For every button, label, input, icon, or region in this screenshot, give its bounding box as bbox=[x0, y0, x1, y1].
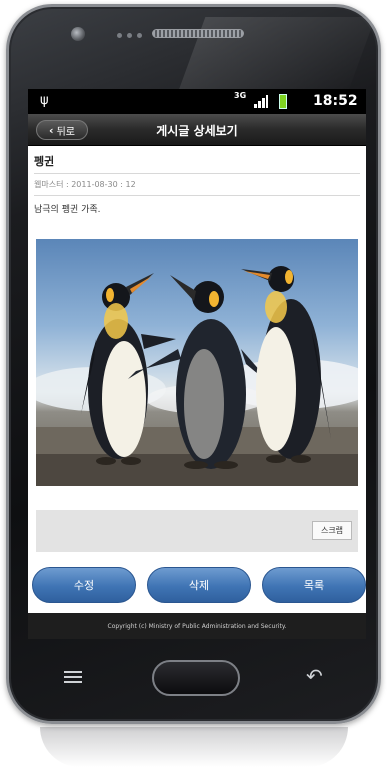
post-body: 남극의 펭귄 가족. bbox=[34, 205, 101, 215]
front-camera-icon bbox=[71, 27, 85, 41]
page-title: 게시글 상세보기 bbox=[156, 124, 238, 138]
status-time: 18:52 bbox=[313, 93, 358, 109]
list-button[interactable]: 목록 bbox=[262, 567, 366, 603]
delete-button[interactable]: 삭제 bbox=[147, 567, 251, 603]
scrap-button[interactable]: 스크랩 bbox=[312, 521, 352, 540]
phone-screen: ψ 3G 18:52 ‹ 뒤로 게시글 상세보기 펭귄 웹마스터 : 2011-… bbox=[28, 89, 366, 639]
battery-icon bbox=[279, 94, 287, 109]
usb-icon: ψ bbox=[40, 93, 49, 108]
signal-icon bbox=[254, 95, 268, 108]
post-content: 펭귄 웹마스터 : 2011-08-30 : 12 남극의 펭귄 가족. 스크랩… bbox=[28, 146, 366, 603]
sensor-icon bbox=[117, 33, 122, 38]
sensor-icon bbox=[127, 33, 132, 38]
back-key-icon[interactable]: ↶ bbox=[306, 664, 323, 688]
scrap-panel: 스크랩 bbox=[36, 510, 358, 552]
post-meta: 웹마스터 : 2011-08-30 : 12 bbox=[34, 174, 360, 196]
menu-key-icon[interactable] bbox=[64, 671, 82, 683]
home-key[interactable] bbox=[152, 660, 240, 696]
phone-reflection bbox=[40, 727, 348, 767]
footer-copyright: Copyright (c) Ministry of Public Adminis… bbox=[28, 613, 366, 639]
penguins-illustration bbox=[36, 266, 358, 486]
edit-button[interactable]: 수정 bbox=[32, 567, 136, 603]
title-bar: ‹ 뒤로 게시글 상세보기 bbox=[28, 114, 366, 146]
sensor-icon bbox=[137, 33, 142, 38]
network-type: 3G bbox=[234, 91, 247, 100]
earpiece-speaker bbox=[152, 29, 244, 38]
status-bar: ψ 3G 18:52 bbox=[28, 89, 366, 114]
post-image bbox=[36, 239, 358, 486]
post-title: 펭귄 bbox=[34, 146, 360, 174]
action-buttons: 수정 삭제 목록 bbox=[32, 567, 366, 603]
